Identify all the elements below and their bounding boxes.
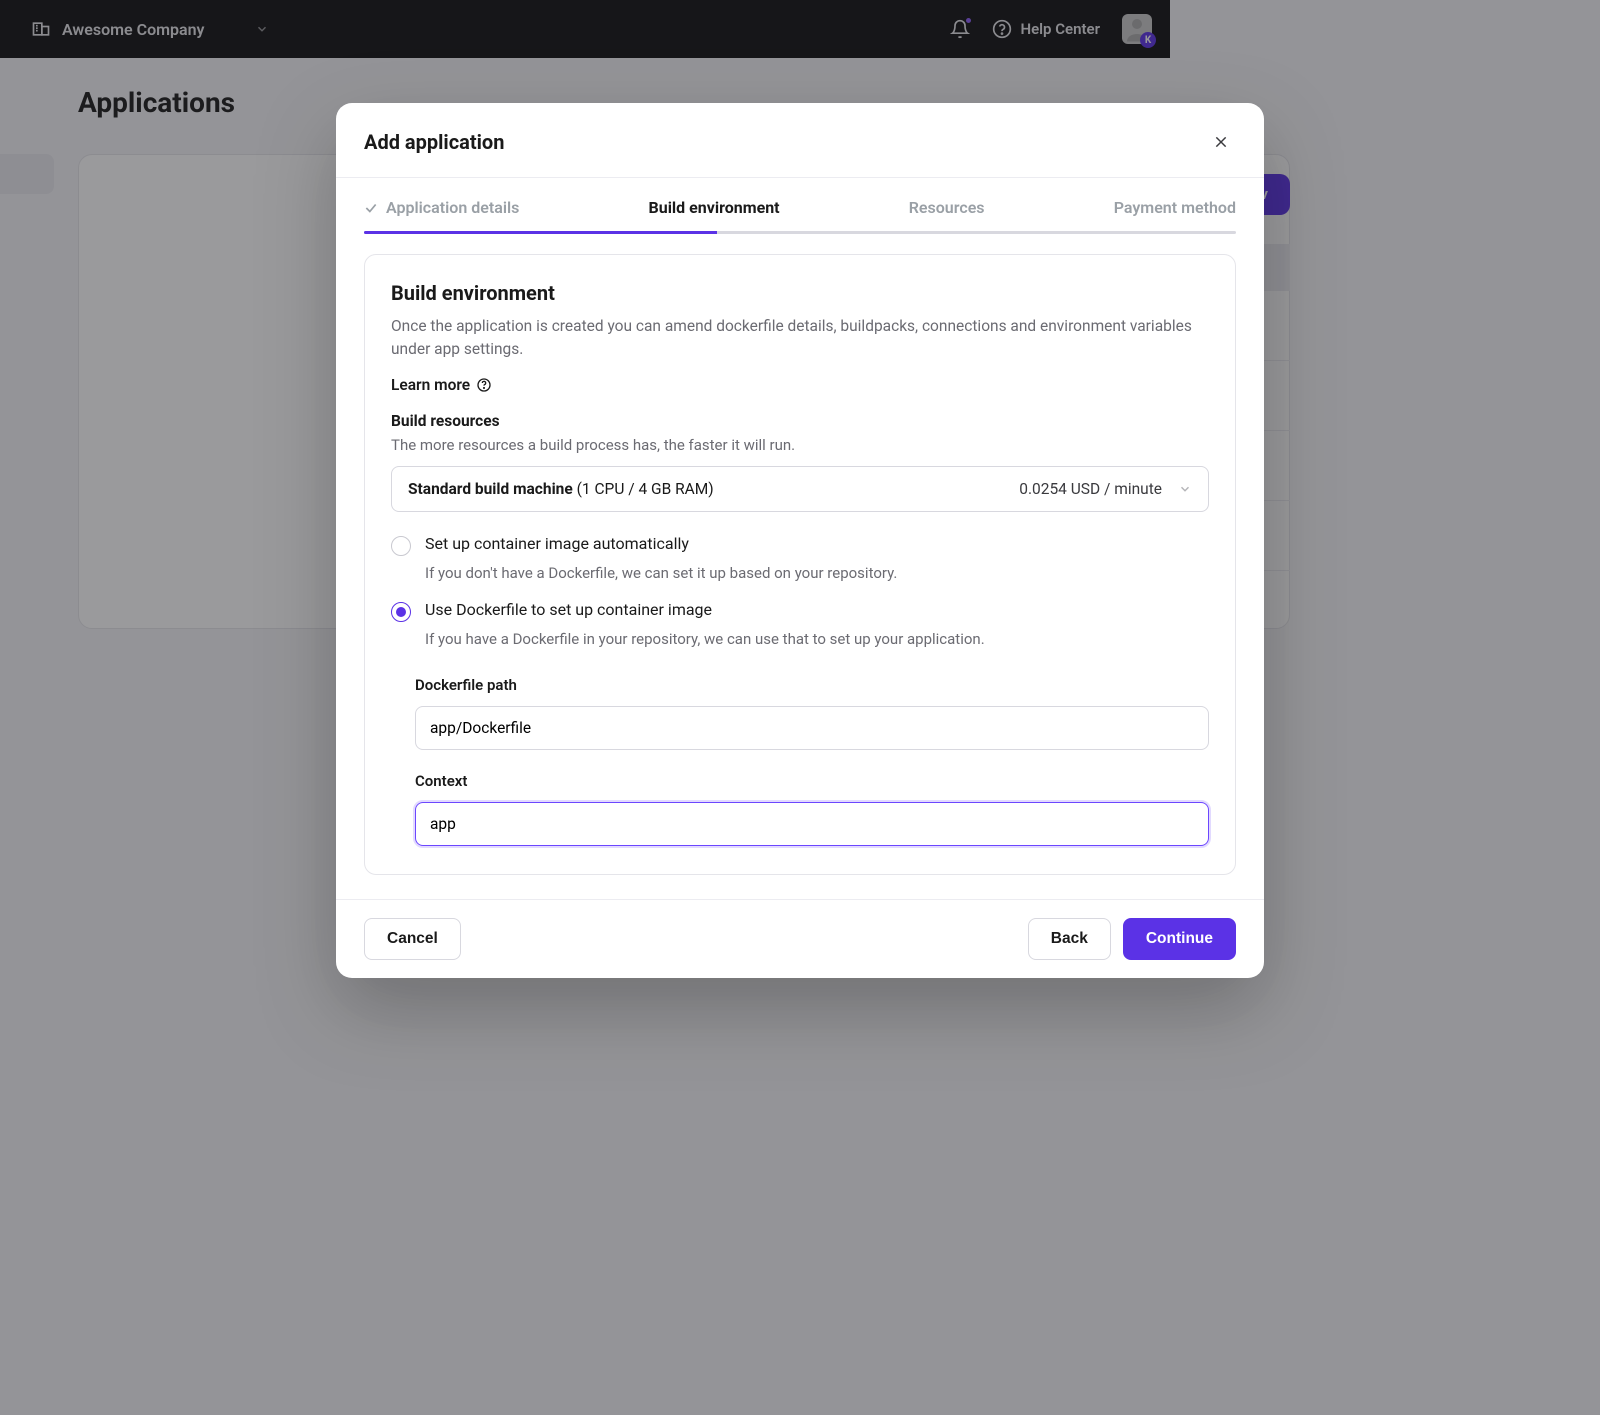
help-icon [476, 377, 492, 393]
check-icon [364, 201, 378, 215]
step-label: Application details [386, 198, 519, 217]
step-application-details[interactable]: Application details [364, 198, 519, 217]
stepper: Application details Build environment Re… [336, 178, 1264, 217]
dockerfile-path-input[interactable] [415, 706, 1209, 750]
learn-more-label: Learn more [391, 376, 470, 394]
continue-button[interactable]: Continue [1123, 918, 1236, 960]
build-machine-select[interactable]: Standard build machine (1 CPU / 4 GB RAM… [391, 466, 1209, 512]
step-label: Resources [909, 198, 985, 217]
learn-more-link[interactable]: Learn more [391, 376, 1209, 394]
chevron-down-icon [1178, 482, 1192, 496]
radio-label: Use Dockerfile to set up container image [425, 600, 712, 619]
cancel-button[interactable]: Cancel [364, 918, 461, 960]
modal-body: Build environment Once the application i… [336, 234, 1264, 899]
build-machine-price: 0.0254 USD / minute [1019, 480, 1162, 498]
build-machine-name: Standard build machine [408, 480, 573, 498]
step-build-environment[interactable]: Build environment [649, 198, 780, 217]
step-label: Build environment [649, 198, 780, 217]
radio-dockerfile-container[interactable]: Use Dockerfile to set up container image [391, 600, 1209, 622]
section-description: Once the application is created you can … [391, 315, 1209, 362]
step-resources[interactable]: Resources [909, 198, 985, 217]
section-title: Build environment [391, 281, 1209, 305]
add-application-modal: Add application Application details Buil… [336, 103, 1264, 978]
build-resources-heading: Build resources [391, 412, 1209, 430]
context-label: Context [415, 772, 1209, 790]
build-env-panel: Build environment Once the application i… [364, 254, 1236, 875]
radio-dockerfile-help: If you have a Dockerfile in your reposit… [425, 630, 1209, 648]
modal-title: Add application [364, 130, 504, 154]
close-button[interactable] [1206, 127, 1236, 157]
context-input[interactable] [415, 802, 1209, 846]
radio-icon [391, 602, 411, 622]
container-setup-radios: Set up container image automatically If … [391, 534, 1209, 846]
radio-label: Set up container image automatically [425, 534, 689, 553]
modal-header: Add application [336, 103, 1264, 178]
step-payment-method[interactable]: Payment method [1114, 198, 1236, 217]
build-resources-desc: The more resources a build process has, … [391, 436, 1209, 454]
modal-footer: Cancel Back Continue [336, 899, 1264, 978]
radio-auto-help: If you don't have a Dockerfile, we can s… [425, 564, 1209, 582]
dockerfile-path-label: Dockerfile path [415, 676, 1209, 694]
build-machine-spec: (1 CPU / 4 GB RAM) [577, 480, 714, 498]
step-label: Payment method [1114, 198, 1236, 217]
back-button[interactable]: Back [1028, 918, 1111, 960]
modal-overlay[interactable]: Add application Application details Buil… [0, 0, 1600, 1415]
radio-auto-container[interactable]: Set up container image automatically [391, 534, 1209, 556]
radio-icon [391, 536, 411, 556]
